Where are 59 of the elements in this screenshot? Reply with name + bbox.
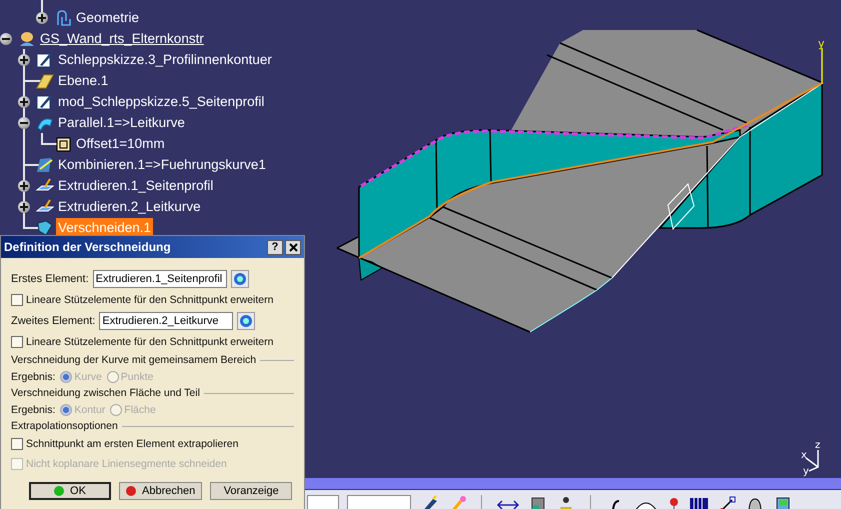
radio-group-label: Ergebnis: xyxy=(11,404,56,416)
collapse-toggle[interactable] xyxy=(18,116,30,128)
tree-item-label[interactable]: Ebene.1 xyxy=(56,71,110,90)
element-field[interactable]: Extrudieren.2_Leitkurve xyxy=(99,312,234,330)
checkbox-label: Lineare Stützelemente für den Schnittpunkt erweitern xyxy=(26,336,274,348)
tree-item-label[interactable]: Geometrie xyxy=(74,8,142,27)
dropdown-field[interactable] xyxy=(347,495,411,509)
pick-button[interactable] xyxy=(230,270,249,288)
dialog-button[interactable]: Abbrechen xyxy=(119,482,202,500)
plane-icon xyxy=(36,72,54,90)
field-label: Erstes Element: xyxy=(11,273,89,285)
collapse-toggle[interactable] xyxy=(0,32,12,44)
tree-item-label[interactable]: Schleppskizze.3_Profilinnenkontuer xyxy=(56,50,274,69)
compass-axis-label: z xyxy=(815,440,820,451)
sketch-icon xyxy=(36,50,54,68)
checkbox[interactable] xyxy=(11,336,23,348)
dropdown-field[interactable] xyxy=(307,495,339,509)
expand-toggle[interactable] xyxy=(18,180,30,192)
expand-toggle[interactable] xyxy=(36,12,48,24)
checkbox-label: Lineare Stützelemente für den Schnittpunkt erweitern xyxy=(26,294,274,306)
checkbox[interactable] xyxy=(11,438,23,450)
tree-item-label[interactable]: Extrudieren.2_Leitkurve xyxy=(56,197,203,216)
grid-icon[interactable] xyxy=(689,495,709,509)
pick-button[interactable] xyxy=(237,312,256,330)
checkbox-label: Nicht koplanare Liniensegmente schneiden xyxy=(26,458,227,470)
axis-label: y xyxy=(818,37,825,50)
dialog-button[interactable]: OK xyxy=(29,482,111,500)
checkbox-label: Schnittpunkt am ersten Element extrapolieren xyxy=(26,438,238,450)
field-label: Zweites Element: xyxy=(11,315,96,327)
help-button[interactable]: ? xyxy=(267,240,283,254)
checkbox[interactable] xyxy=(11,294,23,306)
parameter-icon xyxy=(54,134,72,152)
status-dot-icon xyxy=(126,486,136,496)
geometry-icon xyxy=(54,8,72,26)
tree-item-label[interactable]: Offset1=10mm xyxy=(74,134,167,153)
expand-toggle[interactable] xyxy=(18,200,30,212)
sketch-icon xyxy=(36,92,54,110)
tree-item-label[interactable]: GS_Wand_rts_Elternkonstr xyxy=(38,29,206,48)
geometrical-set-icon xyxy=(18,30,36,48)
section-heading: Verschneidung zwischen Fläche und Teil xyxy=(11,387,200,399)
element-field[interactable]: Extrudieren.1_Seitenprofil xyxy=(92,270,227,288)
section-heading: Verschneidung der Kurve mit gemeinsamem Bereich xyxy=(11,354,256,366)
tree-item-label[interactable]: Kombinieren.1=>Fuehrungskurve1 xyxy=(56,155,268,174)
compass-axis-label: x xyxy=(801,450,807,461)
close-button[interactable] xyxy=(285,240,301,254)
expand-toggle[interactable] xyxy=(18,96,30,108)
dialog-button[interactable]: Voranzeige xyxy=(210,482,292,500)
tree-item-label[interactable]: Extrudieren.1_Seitenprofil xyxy=(56,176,216,195)
status-dot-icon xyxy=(54,486,64,496)
dialog-title: Definition der Verschneidung xyxy=(4,240,171,254)
compass-axis-label: y xyxy=(803,466,809,477)
tree-item-label[interactable]: mod_Schleppskizze.5_Seitenprofil xyxy=(56,92,266,111)
radio-group-label: Ergebnis: xyxy=(11,370,56,382)
tree-item-label[interactable]: Parallel.1=>Leitkurve xyxy=(56,113,187,132)
close-icon xyxy=(288,242,298,252)
section-heading: Extrapolationsoptionen xyxy=(11,420,118,432)
expand-toggle[interactable] xyxy=(18,54,30,66)
combine-icon xyxy=(36,156,54,174)
pin-icon[interactable] xyxy=(667,495,681,509)
